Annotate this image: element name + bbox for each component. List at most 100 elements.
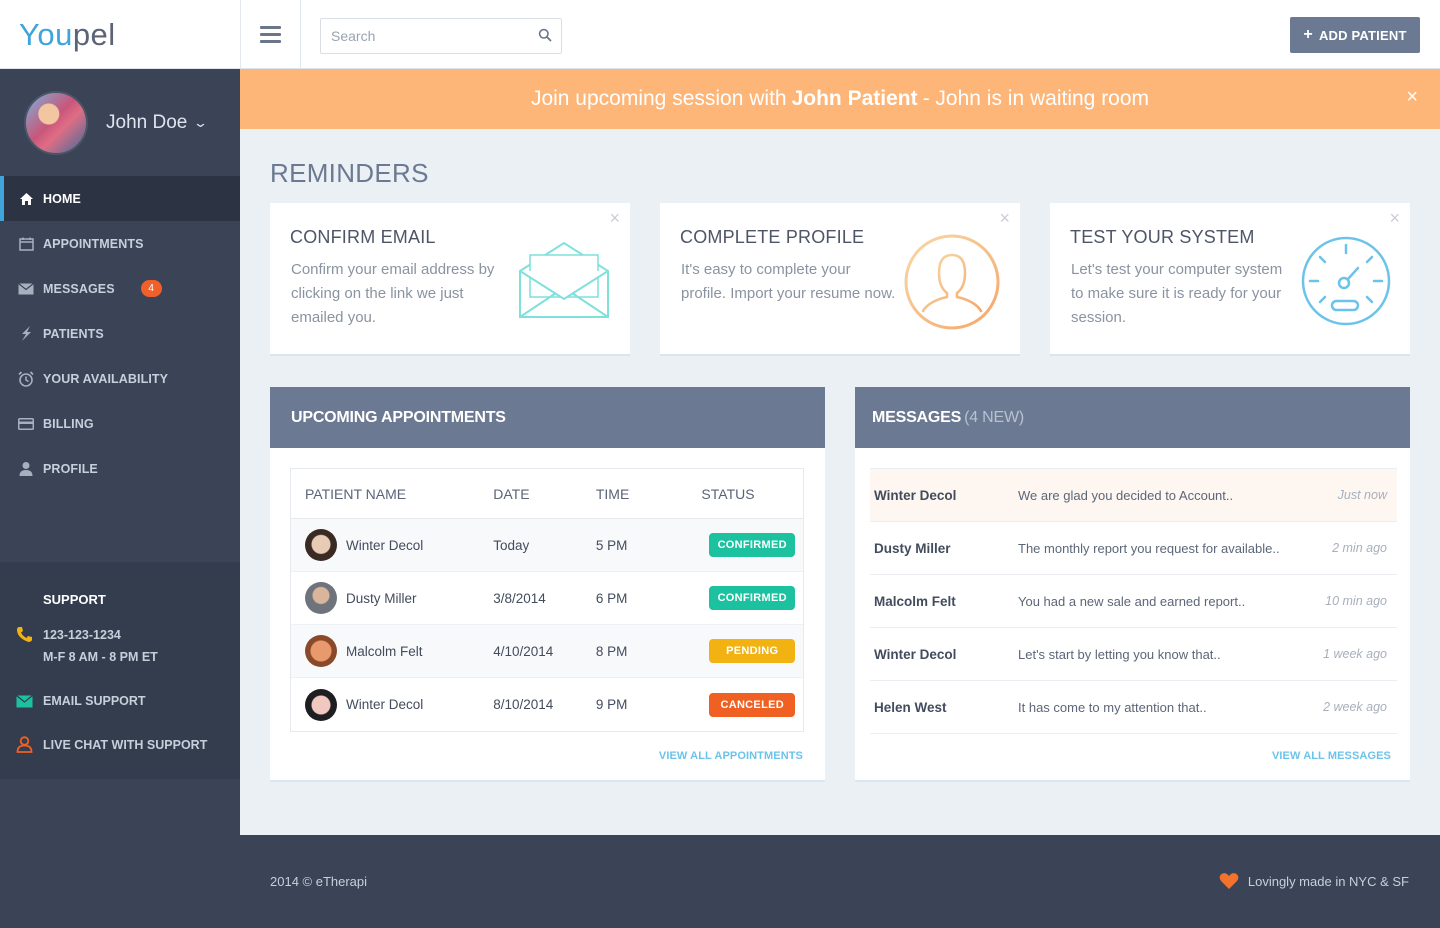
user-name[interactable]: John Doe [106,112,187,134]
view-all-messages-link[interactable]: VIEW ALL MESSAGES [1272,750,1391,762]
session-banner[interactable]: Join upcoming session with John Patient … [240,69,1440,129]
reminder-card-text: Let's test your computer system to make … [1071,261,1283,326]
heart-icon [1219,873,1239,889]
phone-icon [17,627,32,642]
speedometer-icon [1301,236,1391,326]
message-preview: The monthly report you request for avail… [1018,540,1280,556]
close-icon[interactable]: × [999,208,1010,229]
reminder-card-title: CONFIRM EMAIL [290,227,436,247]
message-sender: Winter Decol [874,646,957,662]
user-profile[interactable]: John Doe ⌄ [0,69,240,176]
reminder-card-confirm-email: CONFIRM EMAIL Confirm your email address… [270,203,630,354]
sidebar-item-billing[interactable]: BILLING [0,401,240,446]
user-icon [17,461,35,477]
app-logo[interactable]: You pel [0,0,241,69]
chevron-down-icon[interactable]: ⌄ [193,115,208,131]
sidebar-item-label: PROFILE [43,461,98,476]
patient-name[interactable]: Winter Decol [346,538,423,553]
appointments-table: PATIENT NAME DATE TIME STATUS Winter Dec… [290,468,804,732]
close-icon[interactable]: × [1389,208,1400,229]
banner-prefix: Join upcoming session with [530,87,787,110]
appointment-date: 8/10/2014 [493,697,554,712]
support-phone[interactable]: 123-123-1234 M-F 8 AM - 8 PM ET [17,624,240,668]
menu-toggle-button[interactable] [241,0,301,69]
messages-list: Winter Decol We are glad you decided to … [870,468,1397,734]
plus-icon: + [1303,26,1313,43]
patient-name[interactable]: Winter Decol [346,697,423,712]
list-item[interactable]: Dusty Miller The monthly report you requ… [870,522,1397,575]
messages-panel: MESSAGES (4 NEW) Winter Decol We are gla… [855,387,1410,780]
patient-name[interactable]: Dusty Miller [346,591,417,606]
sidebar-item-profile[interactable]: PROFILE [0,446,240,491]
panel-title: UPCOMING APPOINTMENTS [291,408,506,426]
hamburger-icon [260,24,281,45]
footer: 2014 © eTherapi Lovingly made in NYC & S… [0,835,1440,928]
reminder-card-complete-profile: COMPLETE PROFILE It's easy to complete y… [660,203,1020,354]
live-chat-label: LIVE CHAT WITH SUPPORT [43,738,208,752]
message-time: 1 week ago [1323,647,1387,661]
column-header-patient-name[interactable]: PATIENT NAME [291,486,493,502]
appointment-time: 5 PM [595,537,628,553]
copyright-text: 2014 © eTherapi [270,874,368,889]
list-item[interactable]: Helen West It has come to my attention t… [870,681,1397,734]
sidebar-item-messages[interactable]: MESSAGES 4 [0,266,240,311]
appointment-time: 9 PM [595,697,628,712]
avatar [305,688,337,721]
table-row[interactable]: Dusty Miller 3/8/2014 6 PM CONFIRMED [291,572,803,625]
avatar [305,529,337,561]
message-preview: We are glad you decided to Account.. [1018,487,1234,503]
envelope-open-icon [519,241,609,318]
message-sender: Malcolm Felt [874,593,956,609]
sidebar: John Doe ⌄ HOME APPOINTMENTS MESSAGES 4 [0,69,240,835]
sidebar-nav: HOME APPOINTMENTS MESSAGES 4 PATIENTS YO… [0,176,240,491]
live-chat-link[interactable]: LIVE CHAT WITH SUPPORT [16,734,240,756]
panel-header: UPCOMING APPOINTMENTS [270,387,825,448]
logo-text-pel: pel [72,16,116,52]
search-icon[interactable] [538,28,552,42]
table-row[interactable]: Winter Decol 8/10/2014 9 PM CANCELED [291,678,803,731]
message-sender: Dusty Miller [874,540,951,556]
column-header-status[interactable]: STATUS [701,486,803,502]
logo-text-you: You [19,16,73,52]
message-time: 10 min ago [1325,594,1387,608]
view-all-appointments-link[interactable]: VIEW ALL APPOINTMENTS [659,750,803,762]
email-support-link[interactable]: EMAIL SUPPORT [16,690,240,712]
support-hours: M-F 8 AM - 8 PM ET [43,650,158,664]
list-item[interactable]: Winter Decol Let's start by letting you … [870,628,1397,681]
user-outline-icon [16,736,33,753]
panel-header: MESSAGES (4 NEW) [855,387,1410,448]
home-icon [17,191,35,207]
made-in-note: Lovingly made in NYC & SF [1219,872,1409,890]
lightning-icon [17,326,35,342]
message-preview: It has come to my attention that.. [1018,699,1207,715]
appointment-date: 3/8/2014 [493,590,546,606]
message-time: Just now [1337,488,1387,502]
table-row[interactable]: Winter Decol Today 5 PM CONFIRMED [291,519,803,572]
sidebar-item-patients[interactable]: PATIENTS [0,311,240,356]
reminder-card-text: It's easy to complete your profile. Impo… [681,261,896,302]
add-patient-button[interactable]: + ADD PATIENT [1290,17,1420,53]
patient-name[interactable]: Malcolm Felt [346,644,423,659]
status-badge: CONFIRMED [709,533,796,557]
envelope-icon [16,695,33,708]
banner-patient-name[interactable]: John Patient [792,87,918,111]
sidebar-item-appointments[interactable]: APPOINTMENTS [0,221,240,266]
column-header-date[interactable]: DATE [493,486,596,502]
banner-close-icon[interactable]: × [1406,87,1418,107]
appointment-time: 6 PM [595,590,628,606]
sidebar-item-home[interactable]: HOME [0,176,240,221]
close-icon[interactable]: × [609,208,620,229]
column-header-time[interactable]: TIME [596,486,702,502]
support-title: SUPPORT [43,592,106,607]
list-item[interactable]: Malcolm Felt You had a new sale and earn… [870,575,1397,628]
reminder-card-title: COMPLETE PROFILE [680,227,865,247]
support-section: SUPPORT 123-123-1234 M-F 8 AM - 8 PM ET … [0,562,240,779]
table-row[interactable]: Malcolm Felt 4/10/2014 8 PM PENDING [291,625,803,678]
avatar[interactable] [24,90,88,155]
sidebar-item-availability[interactable]: YOUR AVAILABILITY [0,356,240,401]
search-input[interactable] [321,19,531,53]
appointment-time: 8 PM [595,643,628,659]
envelope-icon [17,281,35,297]
table-header: PATIENT NAME DATE TIME STATUS [291,469,803,519]
list-item[interactable]: Winter Decol We are glad you decided to … [870,469,1397,522]
